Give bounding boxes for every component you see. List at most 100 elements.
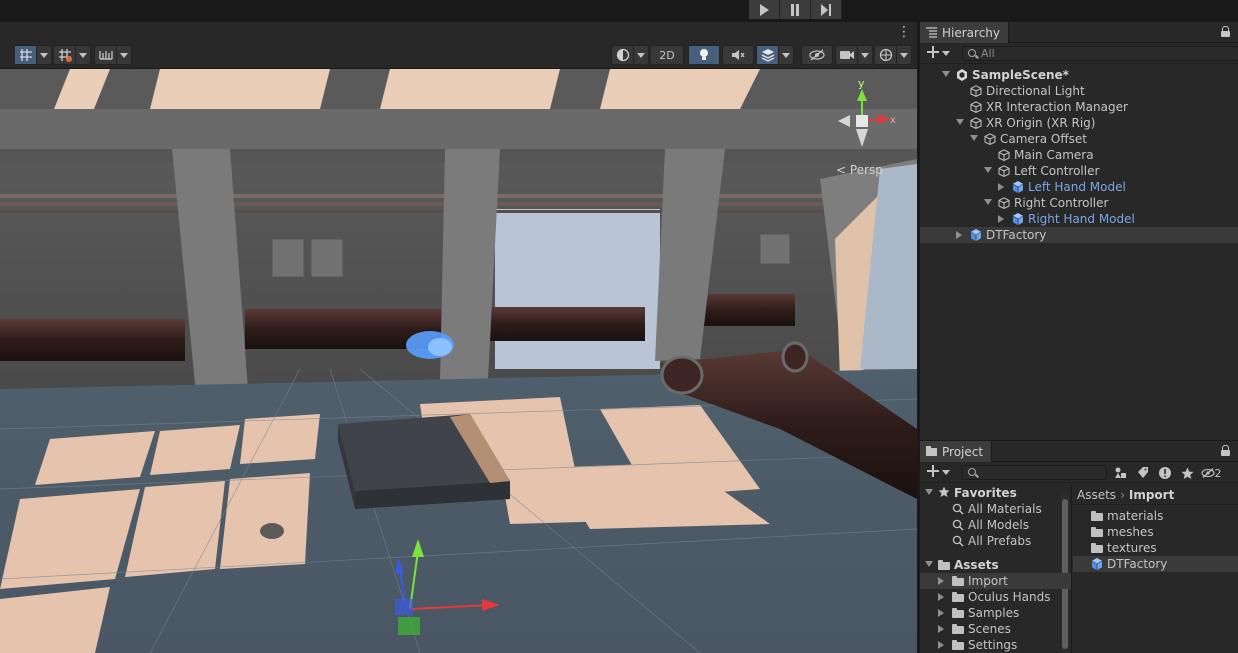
expanded-arrow-icon[interactable] bbox=[984, 167, 992, 173]
asset-folder-item[interactable]: Import bbox=[920, 573, 1071, 589]
hierarchy-item-label: XR Interaction Manager bbox=[986, 100, 1128, 114]
folder-icon bbox=[952, 576, 964, 586]
grid-visibility-toggle[interactable] bbox=[53, 45, 91, 65]
effects-button[interactable] bbox=[757, 46, 779, 64]
kebab-menu-icon[interactable]: ⋮ bbox=[897, 25, 911, 39]
asset-item[interactable]: materials bbox=[1073, 508, 1238, 524]
pause-button[interactable] bbox=[780, 0, 811, 19]
hierarchy-item[interactable]: Directional Light bbox=[920, 83, 1238, 99]
hierarchy-item[interactable]: XR Origin (XR Rig) bbox=[920, 115, 1238, 131]
asset-item[interactable]: DTFactory bbox=[1073, 556, 1238, 572]
collapsed-arrow-icon[interactable] bbox=[938, 577, 944, 585]
breadcrumb-current[interactable]: Import bbox=[1129, 488, 1174, 502]
toggle-2d-button[interactable]: 2D bbox=[651, 46, 683, 64]
collapsed-arrow-icon[interactable] bbox=[998, 183, 1004, 191]
shading-mode-toggle[interactable] bbox=[611, 45, 649, 65]
grid-visibility-button[interactable] bbox=[54, 46, 76, 64]
asset-folder-item[interactable]: Scenes bbox=[920, 621, 1071, 637]
audio-toggle[interactable] bbox=[722, 45, 754, 65]
asset-item[interactable]: textures bbox=[1073, 540, 1238, 556]
tab-project[interactable]: Project bbox=[920, 441, 993, 463]
lock-icon[interactable] bbox=[1221, 26, 1230, 38]
grid-snap-dropdown[interactable] bbox=[37, 46, 51, 64]
project-lock-icon[interactable] bbox=[1221, 445, 1230, 457]
folder-icon bbox=[952, 624, 964, 634]
grid-snap-toggle[interactable] bbox=[14, 45, 52, 65]
scene-visibility-button[interactable] bbox=[802, 46, 832, 64]
collapsed-arrow-icon[interactable] bbox=[998, 215, 1004, 223]
scene-camera-dropdown[interactable] bbox=[858, 46, 872, 64]
assets-label: Assets bbox=[954, 558, 999, 572]
hierarchy-item[interactable]: Right Controller bbox=[920, 195, 1238, 211]
search-by-label-button[interactable] bbox=[1132, 464, 1154, 482]
effects-toggle[interactable] bbox=[756, 45, 794, 65]
hierarchy-item[interactable]: Left Hand Model bbox=[920, 179, 1238, 195]
scene-viewport[interactable]: y x < Persp bbox=[0, 69, 917, 653]
project-search-input[interactable] bbox=[962, 465, 1107, 480]
gizmos-button[interactable] bbox=[875, 46, 897, 64]
add-dropdown-icon[interactable] bbox=[942, 51, 950, 56]
tab-hierarchy[interactable]: Hierarchy bbox=[920, 22, 1010, 44]
audio-button[interactable] bbox=[723, 46, 753, 64]
assets-header[interactable]: Assets bbox=[920, 557, 1071, 573]
expanded-arrow-icon[interactable] bbox=[984, 199, 992, 205]
hierarchy-item[interactable]: DTFactory bbox=[920, 227, 1238, 243]
projection-toggle[interactable]: < Persp bbox=[836, 163, 883, 177]
collapsed-arrow-icon[interactable] bbox=[938, 625, 944, 633]
project-add-icon[interactable] bbox=[926, 464, 940, 478]
lighting-button[interactable] bbox=[689, 46, 719, 64]
hierarchy-item-label: SampleScene* bbox=[972, 68, 1069, 82]
hierarchy-item[interactable]: Main Camera bbox=[920, 147, 1238, 163]
shading-sphere-icon bbox=[616, 48, 629, 62]
favorite-item[interactable]: All Materials bbox=[920, 501, 1071, 517]
increment-snap-dropdown[interactable] bbox=[117, 46, 131, 64]
add-icon[interactable] bbox=[926, 45, 940, 59]
expanded-arrow-icon[interactable] bbox=[956, 119, 964, 125]
scene-visibility-toggle[interactable] bbox=[801, 45, 833, 65]
play-button[interactable] bbox=[749, 0, 780, 19]
favorite-item[interactable]: All Models bbox=[920, 517, 1071, 533]
increment-snap-button[interactable] bbox=[95, 46, 117, 64]
grid-snap-button[interactable] bbox=[15, 46, 37, 64]
gizmo-globe-icon bbox=[879, 48, 892, 62]
collapsed-arrow-icon[interactable] bbox=[938, 641, 944, 649]
hierarchy-item-label: Camera Offset bbox=[1000, 132, 1087, 146]
asset-folder-item[interactable]: Samples bbox=[920, 605, 1071, 621]
hierarchy-item[interactable]: Camera Offset bbox=[920, 131, 1238, 147]
search-by-type-button[interactable] bbox=[1110, 464, 1132, 482]
scene-camera-toggle[interactable] bbox=[835, 45, 873, 65]
scene-camera-button[interactable] bbox=[836, 46, 858, 64]
favorites-toggle-button[interactable] bbox=[1176, 464, 1198, 482]
shading-mode-button[interactable] bbox=[612, 46, 634, 64]
asset-item[interactable]: meshes bbox=[1073, 524, 1238, 540]
collapsed-arrow-icon[interactable] bbox=[938, 609, 944, 617]
grid-visibility-dropdown[interactable] bbox=[76, 46, 90, 64]
collapsed-arrow-icon[interactable] bbox=[956, 231, 962, 239]
hierarchy-item[interactable]: Left Controller bbox=[920, 163, 1238, 179]
hidden-packages-button[interactable]: 2 bbox=[1198, 464, 1224, 482]
breadcrumb-root[interactable]: Assets bbox=[1077, 488, 1116, 502]
factory-scene-render[interactable]: y x bbox=[0, 69, 917, 653]
asset-folder-item[interactable]: Oculus Hands bbox=[920, 589, 1071, 605]
console-errors-button[interactable] bbox=[1154, 464, 1176, 482]
effects-dropdown[interactable] bbox=[779, 46, 793, 64]
hierarchy-item[interactable]: XR Interaction Manager bbox=[920, 99, 1238, 115]
asset-folder-item[interactable]: Settings bbox=[920, 637, 1071, 653]
shading-mode-dropdown[interactable] bbox=[634, 46, 648, 64]
expanded-arrow-icon[interactable] bbox=[942, 71, 950, 77]
favorites-header[interactable]: Favorites bbox=[920, 485, 1071, 501]
play-icon bbox=[760, 3, 769, 16]
collapsed-arrow-icon[interactable] bbox=[938, 593, 944, 601]
step-button[interactable] bbox=[811, 0, 842, 19]
expanded-arrow-icon[interactable] bbox=[970, 135, 978, 141]
project-add-dropdown-icon[interactable] bbox=[942, 470, 950, 475]
increment-snap-toggle[interactable] bbox=[94, 45, 132, 65]
mode-2d-toggle[interactable]: 2D bbox=[650, 45, 684, 65]
gizmos-dropdown[interactable] bbox=[897, 46, 911, 64]
hierarchy-item[interactable]: Right Hand Model bbox=[920, 211, 1238, 227]
gizmos-toggle[interactable] bbox=[874, 45, 912, 65]
hierarchy-search-input[interactable]: All bbox=[962, 46, 1238, 61]
favorite-item[interactable]: All Prefabs bbox=[920, 533, 1071, 549]
hierarchy-item[interactable]: SampleScene* bbox=[920, 67, 1238, 83]
lighting-toggle[interactable] bbox=[688, 45, 720, 65]
